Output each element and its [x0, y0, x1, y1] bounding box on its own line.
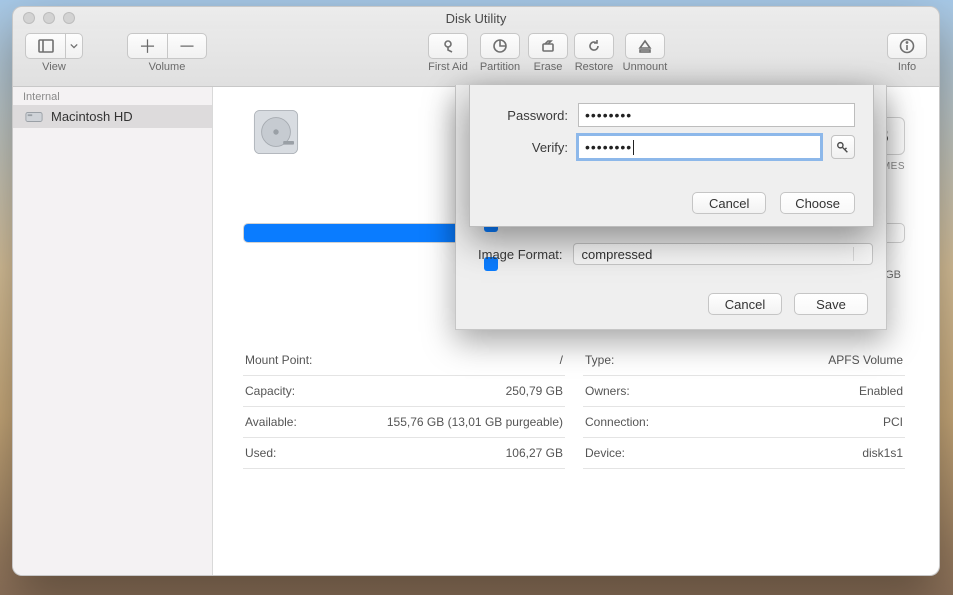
sidebar: Internal Macintosh HD: [13, 87, 213, 575]
minimize-icon[interactable]: [43, 12, 55, 24]
info-button[interactable]: [887, 33, 927, 59]
chevron-down-icon: [70, 42, 78, 50]
detail-row: Type:APFS Volume: [583, 345, 905, 376]
details: Mount Point:/ Capacity:250,79 GB Availab…: [243, 345, 905, 469]
sidebar-layout-icon: [38, 38, 54, 54]
erase-button[interactable]: [528, 33, 568, 59]
password-assistant-button[interactable]: [831, 135, 855, 159]
info-icon: [899, 38, 915, 54]
volume-label: Volume: [127, 61, 207, 73]
sidebar-heading: Internal: [13, 87, 212, 105]
eject-icon: [637, 38, 653, 54]
sheet-save-button[interactable]: Save: [794, 293, 868, 315]
password-choose-button[interactable]: Choose: [780, 192, 855, 214]
close-icon[interactable]: [23, 12, 35, 24]
stethoscope-icon: [440, 38, 456, 54]
detail-row: Owners:Enabled: [583, 376, 905, 407]
view-label: View: [25, 61, 83, 73]
volume-group: ＋ － Volume: [127, 33, 207, 73]
image-format-label: Image Format:: [478, 247, 563, 262]
detail-row: Capacity:250,79 GB: [243, 376, 565, 407]
verify-label: Verify:: [490, 140, 568, 155]
detail-row: Device:disk1s1: [583, 438, 905, 469]
restore-label: Restore: [572, 61, 616, 73]
updown-icon: ▲▼: [857, 246, 866, 262]
view-menu-button[interactable]: [65, 33, 83, 59]
partition-button[interactable]: [480, 33, 520, 59]
password-cancel-button[interactable]: Cancel: [692, 192, 766, 214]
info-label: Info: [887, 61, 927, 73]
detail-row: Connection:PCI: [583, 407, 905, 438]
drive-icon: [249, 105, 303, 164]
add-volume-button[interactable]: ＋: [127, 33, 167, 59]
zoom-icon[interactable]: [63, 12, 75, 24]
body: Internal Macintosh HD 250,79 GB SHARED B…: [13, 87, 939, 575]
partition-label: Partition: [476, 61, 524, 73]
detail-row: Used:106,27 GB: [243, 438, 565, 469]
erase-label: Erase: [528, 61, 568, 73]
image-format-dropdown[interactable]: compressed ▲▼: [573, 243, 873, 265]
window-title: Disk Utility: [13, 11, 939, 26]
detail-row: Mount Point:/: [243, 345, 565, 376]
restore-button[interactable]: [574, 33, 614, 59]
image-format-value: compressed: [582, 247, 653, 262]
unmount-label: Unmount: [620, 61, 670, 73]
view-group: View: [25, 33, 83, 73]
pie-icon: [492, 38, 508, 54]
details-left: Mount Point:/ Capacity:250,79 GB Availab…: [243, 345, 565, 469]
disk-icon: [25, 110, 43, 124]
key-icon: [836, 140, 850, 154]
view-button[interactable]: [25, 33, 65, 59]
sidebar-item-label: Macintosh HD: [51, 109, 133, 124]
verify-field[interactable]: ••••••••: [578, 135, 821, 159]
unmount-button[interactable]: [625, 33, 665, 59]
password-field[interactable]: ••••••••: [578, 103, 855, 127]
erase-icon: [540, 38, 556, 54]
sidebar-item-macintosh-hd[interactable]: Macintosh HD: [13, 105, 212, 128]
titlebar: Disk Utility: [13, 7, 939, 29]
password-label: Password:: [490, 108, 568, 123]
sheet-cancel-button[interactable]: Cancel: [708, 293, 782, 315]
details-right: Type:APFS Volume Owners:Enabled Connecti…: [583, 345, 905, 469]
password-panel: Password: •••••••• Verify: •••••••• Canc…: [469, 85, 874, 227]
remove-volume-button[interactable]: －: [167, 33, 207, 59]
window-controls: [23, 12, 75, 24]
detail-row: Available:155,76 GB (13,01 GB purgeable): [243, 407, 565, 438]
toolbar: View ＋ － Volume First Aid Partition Eras…: [13, 29, 939, 87]
first-aid-label: First Aid: [424, 61, 472, 73]
content: 250,79 GB SHARED BY 4 VOLUMES x Free 142…: [213, 87, 939, 575]
restore-icon: [586, 38, 602, 54]
first-aid-button[interactable]: [428, 33, 468, 59]
disk-utility-window: Disk Utility View ＋ － Volume: [12, 6, 940, 576]
